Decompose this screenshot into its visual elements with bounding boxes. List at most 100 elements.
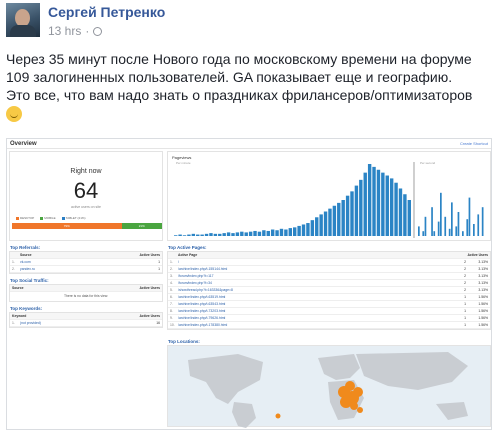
top-active-pages-table: Active Page Active Users 1./2 3.13% 2./arch… [167, 251, 491, 330]
top-active-pages-title: Top Active Pages: [168, 245, 207, 250]
table-row[interactable]: 1. vk.com 1 [10, 259, 162, 266]
pageviews-title: Pageviews [172, 155, 192, 160]
top-referrals-table: Source Active Users 1. vk.com 1 2. yandex.ru… [9, 251, 163, 274]
pageviews-minute-bar [191, 233, 196, 236]
pageviews-minute-bar [235, 232, 240, 236]
location-marker[interactable] [353, 387, 363, 397]
device-split-segment: 21% [121, 223, 162, 229]
pageviews-minute-bar [332, 205, 337, 236]
pageviews-panel: Pageviews Per minute Per second [167, 151, 491, 241]
active-users-count: 64 [73, 178, 99, 203]
pageviews-second-bar [455, 226, 458, 236]
pageviews-second-bar [448, 228, 451, 236]
table-row[interactable]: 1./2 3.13% [168, 259, 490, 266]
pageviews-minute-bar [275, 230, 279, 236]
pageviews-minute-bar [376, 169, 381, 236]
pageviews-minute-bar [284, 229, 288, 236]
table-row[interactable]: 2./archive/index.php/t-155144.html 2 3.13% [168, 266, 490, 273]
pageviews-minute-bar [200, 234, 204, 236]
table-row[interactable]: 3./forum/index.php?t=117 2 3.13% [168, 273, 490, 280]
table-header: Source Active Users [10, 252, 162, 259]
top-keywords-table: Keyword Active Users 1. (not provided) 16 [9, 312, 163, 328]
table-header: Active Page Active Users [168, 252, 490, 259]
pageviews-minute-bar [182, 235, 187, 236]
pageviews-minute-bar [367, 164, 372, 236]
post-line: Через 35 минут после Нового года по моск… [6, 51, 472, 67]
table-row[interactable]: 6./archive/index.php/t-63519.html 1 1.56% [168, 294, 490, 301]
table-row[interactable]: 5./showthread.php?t=163336&page=8 2 3.13% [168, 287, 490, 294]
pageviews-minute-bar [310, 220, 315, 236]
locations-map[interactable] [167, 345, 491, 428]
pageviews-minute-bar [293, 227, 297, 236]
post-line: 109 залогиненных пользователей. GA показ… [6, 69, 453, 85]
location-marker[interactable] [357, 407, 363, 413]
pageviews-second-bar [468, 197, 471, 236]
location-marker[interactable] [345, 381, 355, 391]
device-legend: DESKTOP MOBILE TABLET (21%) [16, 216, 86, 220]
pageviews-minute-bar [381, 172, 385, 236]
device-split-bar: 79% 21% [12, 223, 162, 229]
table-row[interactable]: 1. (not provided) 16 [10, 320, 162, 327]
pageviews-second-bar [477, 214, 480, 236]
table-row[interactable]: 8./archive/index.php/t-73203.html 1 1.56% [168, 308, 490, 315]
legend-desktop: DESKTOP [16, 216, 34, 220]
pageviews-minute-bar [359, 179, 363, 236]
pageviews-second-bar [433, 231, 436, 236]
table-row[interactable]: 10./archive/index.php/t-178380.html 1 1.56… [168, 322, 490, 329]
pageviews-minute-bar [341, 200, 345, 236]
post-timestamp[interactable]: 13 hrs [48, 24, 81, 38]
table-row[interactable]: 7./archive/index.php/t-63543.html 1 1.56% [168, 301, 490, 308]
post-text: Через 35 минут после Нового года по моск… [6, 50, 492, 126]
author-name[interactable]: Сергей Петренко [48, 4, 165, 20]
table-row[interactable]: 4./forum/index.php?f=34 2 3.13% [168, 280, 490, 287]
pageviews-second-bar [444, 216, 447, 236]
pageviews-minute-bar [213, 233, 218, 236]
location-marker[interactable] [350, 402, 358, 410]
pageviews-second-bar [462, 231, 464, 236]
pageviews-minute-bar [244, 232, 248, 236]
pageviews-minute-bar [345, 195, 350, 236]
pageviews-minute-bar [328, 208, 332, 236]
create-shortcut-link: Create Shortcut [459, 141, 488, 146]
pageviews-minute-bar [389, 178, 394, 236]
pageviews-second-bar [440, 192, 442, 236]
table-row[interactable]: 2. yandex.ru 1 [10, 266, 162, 273]
empty-state-text: There is no data for this view. [63, 294, 109, 298]
pageviews-second-bar [418, 226, 420, 236]
analytics-screenshot[interactable]: Overview Create Shortcut Right now 64 ac… [6, 138, 492, 430]
active-users-caption: active users on site [71, 205, 101, 209]
top-social-table: Source Active Users There is no data for … [9, 284, 163, 302]
pageviews-minute-bar [240, 231, 244, 236]
pageviews-minute-bar [226, 232, 231, 236]
pageviews-second-bar [431, 207, 433, 236]
pageviews-minute-bar [398, 188, 403, 236]
top-keywords-title: Top Keywords: [10, 306, 43, 311]
pageviews-minute-bar [248, 231, 253, 236]
pageviews-minute-bar [178, 234, 182, 236]
pageviews-second-bar [451, 202, 453, 236]
table-row[interactable]: 9./archive/index.php/t-79626.html 1 1.56% [168, 315, 490, 322]
pageviews-minute-bar [407, 200, 411, 236]
right-now-panel: Right now 64 active users on site DESKTO… [9, 151, 163, 241]
device-split-segment: 79% [12, 223, 122, 229]
pageviews-minute-bar [204, 233, 209, 236]
legend-mobile: MOBILE [40, 216, 55, 220]
pageviews-minute-bar [231, 233, 235, 236]
legend-tablet: TABLET (21%) [62, 216, 86, 220]
post-meta: 13 hrs · [48, 24, 103, 38]
pageviews-second-bar [466, 219, 469, 236]
screenshot-header: Overview Create Shortcut [7, 139, 491, 149]
pageviews-second-bar [457, 212, 460, 236]
pageviews-minute-bar [209, 233, 213, 236]
location-marker[interactable] [275, 413, 281, 419]
pageviews-minute-bar [394, 182, 398, 236]
top-social-title: Top Social Traffic: [10, 278, 49, 283]
author-avatar[interactable] [6, 3, 40, 37]
pageviews-second-bar [437, 221, 440, 236]
world-map [188, 352, 468, 428]
pageviews-minute-bar [319, 214, 323, 236]
table-header: Keyword Active Users [10, 313, 162, 320]
pageviews-minute-bar [262, 230, 266, 236]
pageviews-chart [174, 162, 484, 238]
right-now-label: Right now [70, 168, 102, 175]
